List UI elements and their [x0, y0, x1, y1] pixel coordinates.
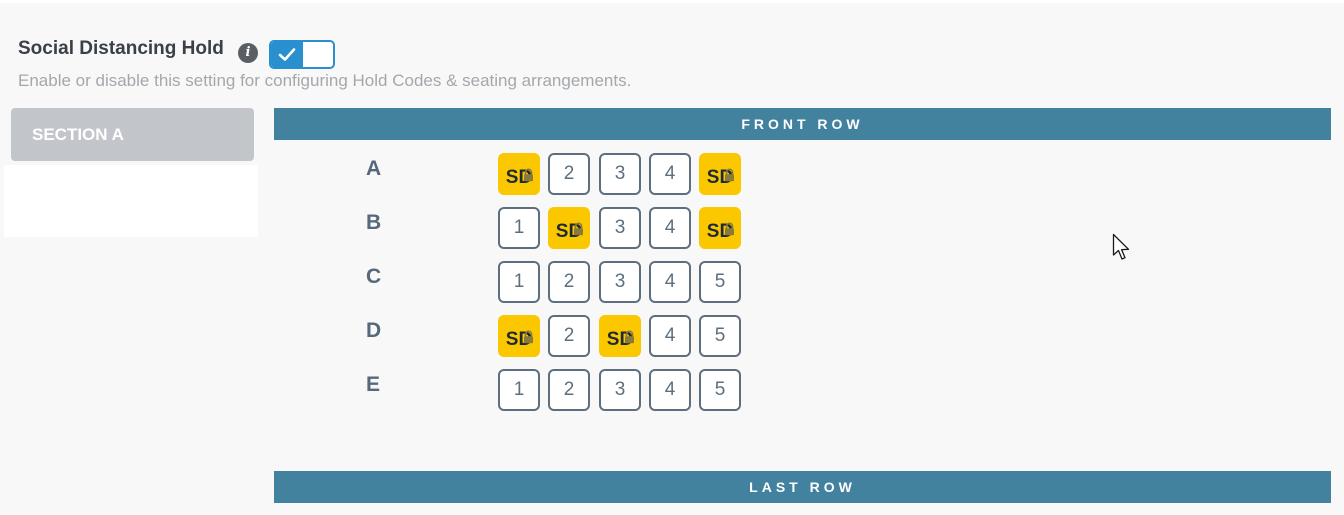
toggle-on-state	[271, 42, 303, 67]
seat[interactable]: 1	[498, 261, 540, 303]
setting-title: Social Distancing Hold	[18, 38, 224, 59]
lock-icon	[624, 320, 635, 358]
lock-icon	[724, 158, 735, 196]
row-label: D	[366, 319, 382, 342]
seat[interactable]: 1	[498, 207, 540, 249]
lock-icon	[523, 158, 534, 196]
lock-icon	[573, 212, 584, 250]
last-row-bar: LAST ROW	[274, 471, 1331, 503]
page: Social Distancing Hold i Enable or disab…	[0, 0, 1344, 515]
held-seat[interactable]: SD	[699, 153, 741, 195]
seat[interactable]: 3	[599, 207, 641, 249]
held-seat[interactable]: SD	[498, 153, 540, 195]
seat[interactable]: 2	[548, 315, 590, 357]
seat[interactable]: 1	[498, 369, 540, 411]
lock-icon	[724, 212, 735, 250]
seat[interactable]: 5	[699, 315, 741, 357]
held-seat[interactable]: SD	[548, 207, 590, 249]
seat[interactable]: 4	[649, 315, 691, 357]
seat[interactable]: 4	[649, 153, 691, 195]
row-label: B	[366, 211, 382, 234]
seat[interactable]: 2	[548, 369, 590, 411]
top-divider	[0, 0, 1344, 3]
lock-icon	[523, 320, 534, 358]
seat[interactable]: 2	[548, 153, 590, 195]
seat[interactable]: 3	[599, 369, 641, 411]
section-tab-a[interactable]: SECTION A	[11, 108, 254, 161]
seat[interactable]: 3	[599, 261, 641, 303]
section-list	[4, 165, 258, 237]
toggle-knob	[304, 43, 332, 66]
row-label: E	[366, 373, 381, 396]
check-icon	[278, 48, 296, 61]
info-icon[interactable]: i	[238, 43, 258, 63]
seat[interactable]: 5	[699, 369, 741, 411]
seat[interactable]: 4	[649, 261, 691, 303]
mouse-cursor-icon	[1112, 233, 1130, 260]
setting-description: Enable or disable this setting for confi…	[18, 71, 632, 90]
seat[interactable]: 4	[649, 207, 691, 249]
front-row-bar: FRONT ROW	[274, 108, 1331, 140]
row-label: A	[366, 157, 382, 180]
row-label: C	[366, 265, 382, 288]
seat[interactable]: 5	[699, 261, 741, 303]
held-seat[interactable]: SD	[699, 207, 741, 249]
seat[interactable]: 4	[649, 369, 691, 411]
held-seat[interactable]: SD	[498, 315, 540, 357]
social-distancing-toggle[interactable]	[269, 40, 335, 69]
seat[interactable]: 3	[599, 153, 641, 195]
held-seat[interactable]: SD	[599, 315, 641, 357]
seat[interactable]: 2	[548, 261, 590, 303]
